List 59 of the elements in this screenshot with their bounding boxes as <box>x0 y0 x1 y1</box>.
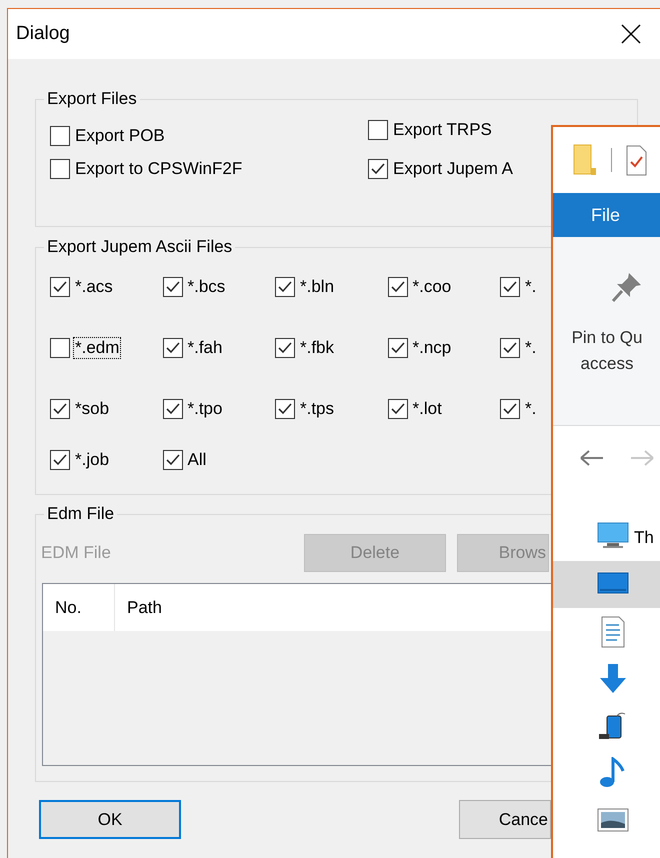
checkbox[interactable] <box>50 450 70 470</box>
checkbox-label: *.bcs <box>186 276 226 298</box>
column-header[interactable]: Path <box>115 584 162 631</box>
checkbox[interactable] <box>50 277 70 297</box>
checkbox-label: *.tpo <box>186 398 224 420</box>
field-label: EDM File <box>41 543 111 563</box>
checkbox-label: *.ncp <box>412 337 452 359</box>
group-title: Export Jupem Ascii Files <box>46 237 234 257</box>
checkbox[interactable] <box>275 399 295 419</box>
checkbox[interactable] <box>162 399 182 419</box>
checkbox-label: *. <box>524 276 538 298</box>
checkbox[interactable] <box>368 159 388 179</box>
checkbox-label: *.lot <box>412 398 443 420</box>
checkbox[interactable] <box>388 399 408 419</box>
checkbox-label: *.tps <box>299 398 336 420</box>
checkbox-label: *.edm <box>73 337 122 359</box>
cancel-button[interactable]: Cance <box>459 800 551 839</box>
group-title: Edm File <box>46 504 116 524</box>
checkbox-label: Export Jupem A <box>392 158 514 180</box>
column-header[interactable]: No. <box>43 584 115 631</box>
checkbox[interactable] <box>50 159 70 179</box>
checkbox[interactable] <box>368 120 388 140</box>
checkbox[interactable] <box>275 338 295 358</box>
checkbox[interactable] <box>500 338 520 358</box>
checkbox-label: *.coo <box>412 276 452 298</box>
checkbox-label: *.bln <box>299 276 336 298</box>
checkbox[interactable] <box>162 338 182 358</box>
checkbox[interactable] <box>162 450 182 470</box>
window-title: Dialog <box>16 23 70 45</box>
checkbox-label: *.job <box>74 449 110 471</box>
group-title: Export Files <box>46 89 138 109</box>
ok-button[interactable]: OK <box>39 800 181 839</box>
download-arrow-icon <box>597 662 629 694</box>
checkbox-label: Export to CPSWinF2F <box>74 158 244 180</box>
checkbox[interactable] <box>275 277 295 297</box>
nav-item[interactable]: Th <box>553 514 660 561</box>
checkbox-label: Export TRPS <box>392 119 493 141</box>
pin-icon[interactable] <box>611 271 643 303</box>
checkbox[interactable] <box>162 277 182 297</box>
checkbox-label: *.fah <box>186 337 224 359</box>
checkbox[interactable] <box>500 399 520 419</box>
checkbox[interactable] <box>500 277 520 297</box>
checkbox-label: *.fbk <box>299 337 336 359</box>
checkbox[interactable] <box>50 399 70 419</box>
checkbox[interactable] <box>388 277 408 297</box>
close-icon[interactable] <box>620 23 642 45</box>
checkbox[interactable] <box>50 126 70 146</box>
document-check-icon[interactable] <box>626 144 647 176</box>
checkbox[interactable] <box>388 338 408 358</box>
back-arrow-icon[interactable] <box>579 448 605 468</box>
checkbox-label: All <box>186 449 208 471</box>
checkbox-label: *sob <box>74 398 110 420</box>
file-tab[interactable]: File <box>591 204 620 226</box>
checkbox[interactable] <box>50 338 70 358</box>
checkbox-label: *.acs <box>74 276 114 298</box>
nav-label: Th <box>634 528 654 548</box>
checkbox-label: *. <box>524 337 538 359</box>
checkbox-label: Export POB <box>74 125 166 147</box>
checkbox-label: *. <box>524 398 538 420</box>
